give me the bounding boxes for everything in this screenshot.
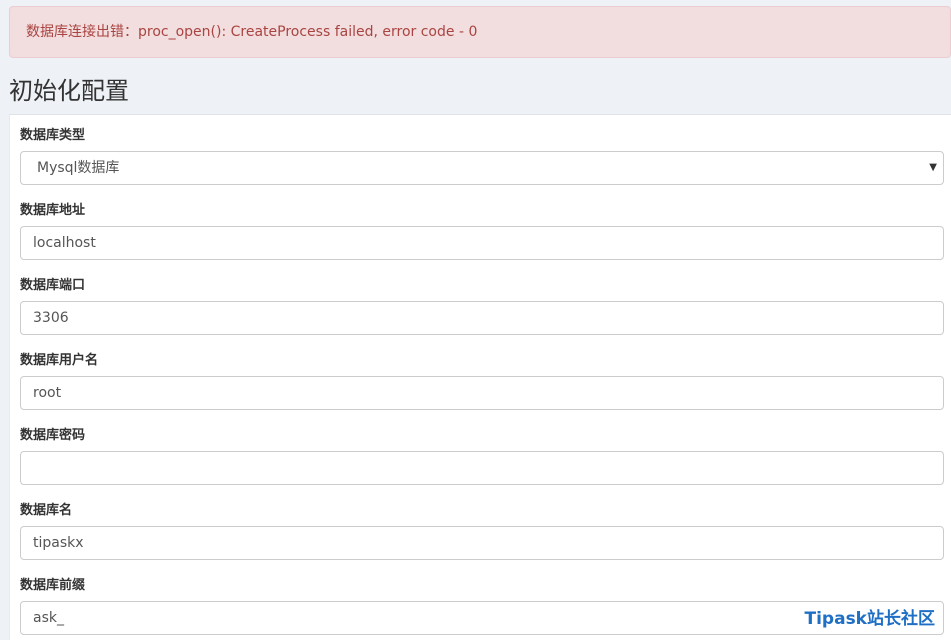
- db-type-label: 数据库类型: [20, 128, 86, 143]
- config-form: 数据库类型 Mysql数据库 ▼ 数据库地址 数据库端口 数据库用户名 数据库密…: [9, 114, 951, 640]
- db-user-input[interactable]: [20, 376, 944, 410]
- db-port-input[interactable]: [20, 301, 944, 335]
- page-title: 初始化配置: [9, 77, 129, 105]
- db-password-label: 数据库密码: [20, 428, 86, 443]
- db-password-input[interactable]: [20, 451, 944, 485]
- db-type-selected-value: Mysql数据库: [37, 160, 120, 176]
- db-type-group: 数据库类型 Mysql数据库 ▼: [20, 127, 944, 185]
- error-alert-message: 数据库连接出错：proc_open(): CreateProcess faile…: [26, 24, 478, 40]
- db-user-group: 数据库用户名: [20, 352, 944, 410]
- db-user-label: 数据库用户名: [20, 353, 99, 368]
- db-name-group: 数据库名: [20, 502, 944, 560]
- db-type-select[interactable]: Mysql数据库 ▼: [20, 151, 944, 185]
- site-watermark: Tipask站长社区: [804, 609, 936, 629]
- db-host-group: 数据库地址: [20, 202, 944, 260]
- db-host-input[interactable]: [20, 226, 944, 260]
- db-password-group: 数据库密码: [20, 427, 944, 485]
- db-port-group: 数据库端口: [20, 277, 944, 335]
- db-prefix-group: 数据库前缀: [20, 577, 944, 635]
- db-name-label: 数据库名: [20, 503, 73, 518]
- db-host-label: 数据库地址: [20, 203, 86, 218]
- db-port-label: 数据库端口: [20, 278, 86, 293]
- db-name-input[interactable]: [20, 526, 944, 560]
- error-alert: 数据库连接出错：proc_open(): CreateProcess faile…: [9, 6, 951, 58]
- caret-down-icon: ▼: [929, 162, 937, 173]
- db-prefix-label: 数据库前缀: [20, 578, 86, 593]
